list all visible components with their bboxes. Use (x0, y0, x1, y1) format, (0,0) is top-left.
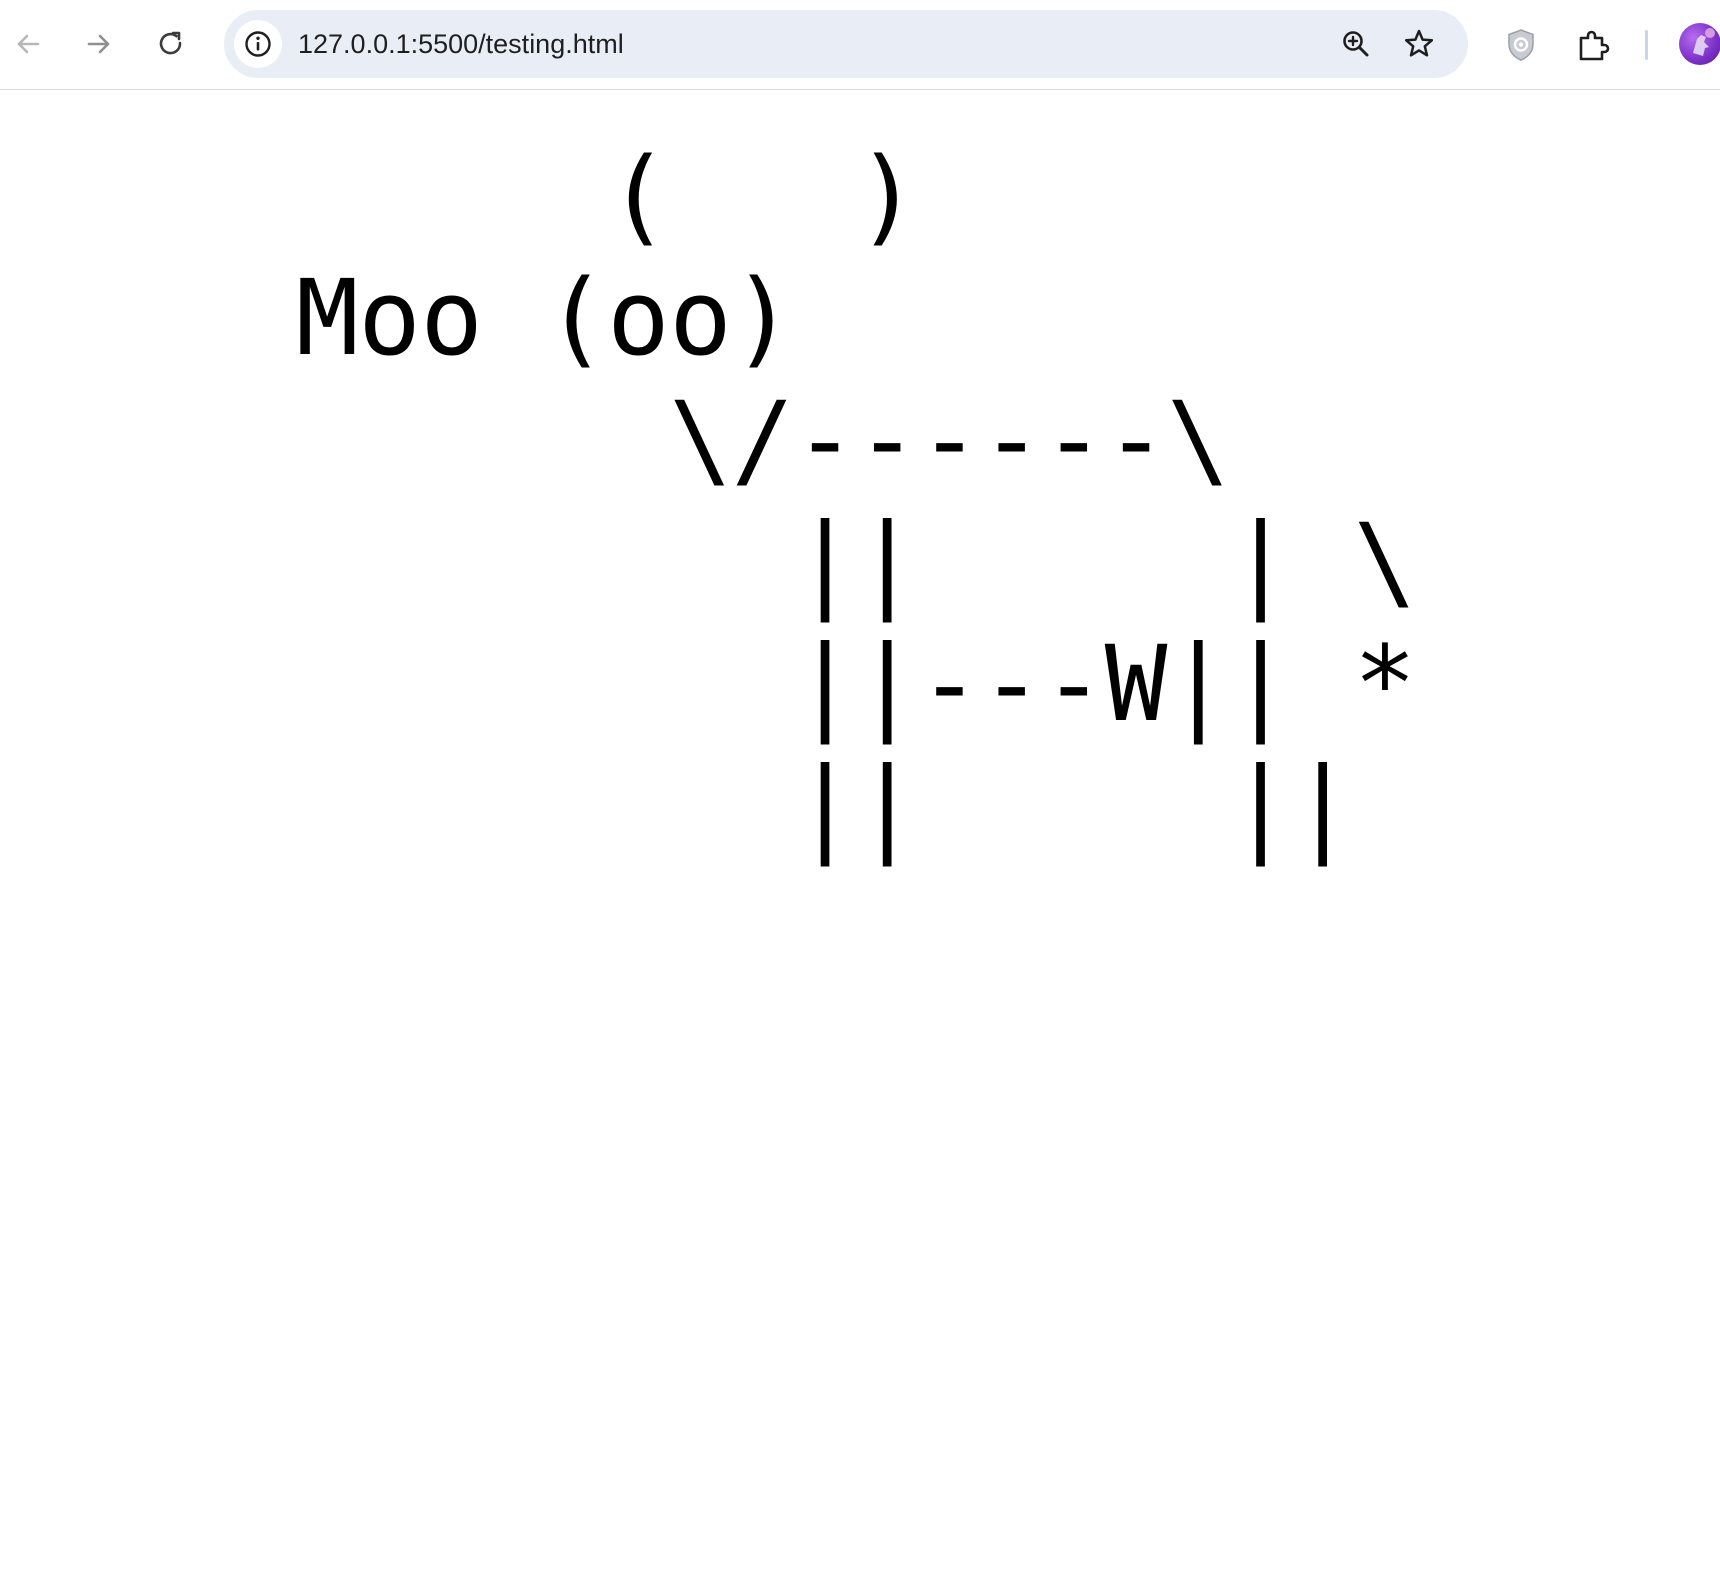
extensions-button[interactable] (1572, 24, 1614, 66)
puzzle-piece-icon (1579, 30, 1610, 61)
zoom-in-icon (1343, 31, 1369, 57)
shield-icon (1508, 29, 1534, 61)
reload-button[interactable] (143, 16, 199, 72)
zoom-button[interactable] (1336, 24, 1376, 64)
bookmark-button[interactable] (1399, 24, 1439, 64)
browser-toolbar: 127.0.0.1:5500/testing.html (0, 0, 1720, 90)
page-content: ( ) Moo (oo) \/------\ || | \ ||---W|| *… (0, 91, 1720, 1588)
back-button[interactable] (0, 16, 56, 72)
toolbar-divider (1645, 30, 1648, 60)
shield-extension-button[interactable] (1500, 24, 1542, 66)
site-info-button[interactable] (234, 20, 282, 68)
profile-avatar[interactable] (1679, 23, 1720, 65)
ascii-cow-art: ( ) Moo (oo) \/------\ || | \ ||---W|| *… (296, 135, 1416, 867)
arrow-right-icon (87, 34, 110, 54)
address-bar[interactable]: 127.0.0.1:5500/testing.html (224, 10, 1468, 78)
url-text[interactable]: 127.0.0.1:5500/testing.html (298, 10, 624, 78)
star-icon (1404, 29, 1434, 57)
forward-button[interactable] (71, 16, 127, 72)
info-circle-icon (245, 31, 271, 57)
avatar-icon (1693, 28, 1715, 56)
arrow-left-icon (17, 34, 40, 54)
reload-icon (159, 31, 182, 55)
